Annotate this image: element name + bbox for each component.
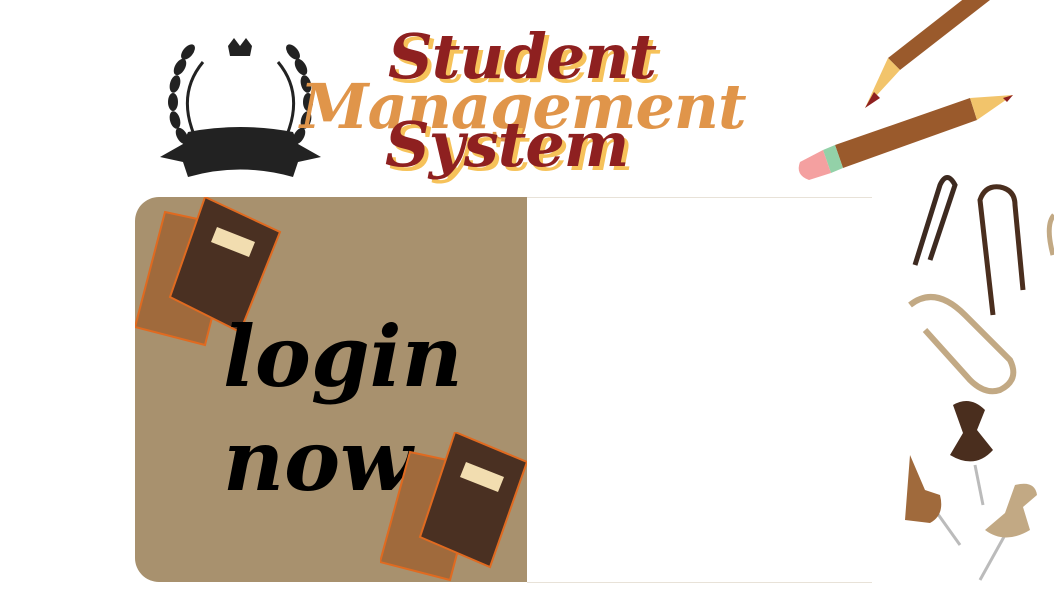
pushpins-icon	[905, 401, 1037, 581]
paperclips-icon	[908, 175, 1054, 395]
title-student: Student	[388, 20, 657, 93]
laurel-emblem-logo	[160, 38, 321, 177]
login-card: login now	[135, 197, 872, 583]
login-heading: login	[223, 307, 463, 406]
title-system: System	[385, 108, 629, 181]
login-now-panel[interactable]: login now	[135, 197, 527, 582]
login-form-area	[527, 197, 872, 583]
notebooks-icon	[380, 432, 527, 582]
